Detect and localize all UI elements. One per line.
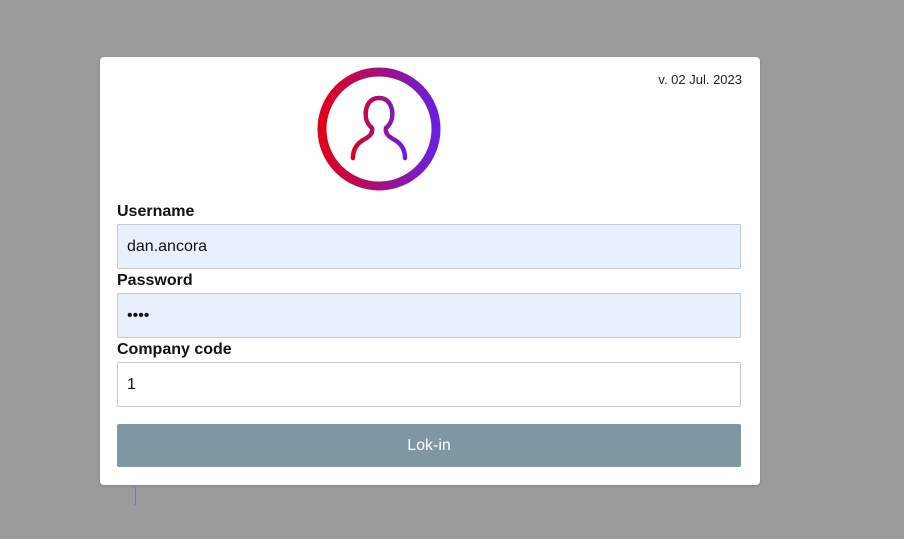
- password-input[interactable]: [117, 293, 741, 338]
- login-button[interactable]: Lok-in: [117, 424, 741, 467]
- company-code-input[interactable]: [117, 362, 741, 407]
- password-label: Password: [117, 272, 193, 289]
- login-card: v. 02 Jul. 2023 Username Password Compan…: [100, 57, 760, 485]
- company-code-label: Company code: [117, 341, 232, 358]
- username-input[interactable]: [117, 224, 741, 269]
- user-avatar-icon: [315, 65, 443, 193]
- text-cursor-mark: [135, 487, 136, 505]
- version-label: v. 02 Jul. 2023: [658, 72, 742, 87]
- username-label: Username: [117, 203, 195, 220]
